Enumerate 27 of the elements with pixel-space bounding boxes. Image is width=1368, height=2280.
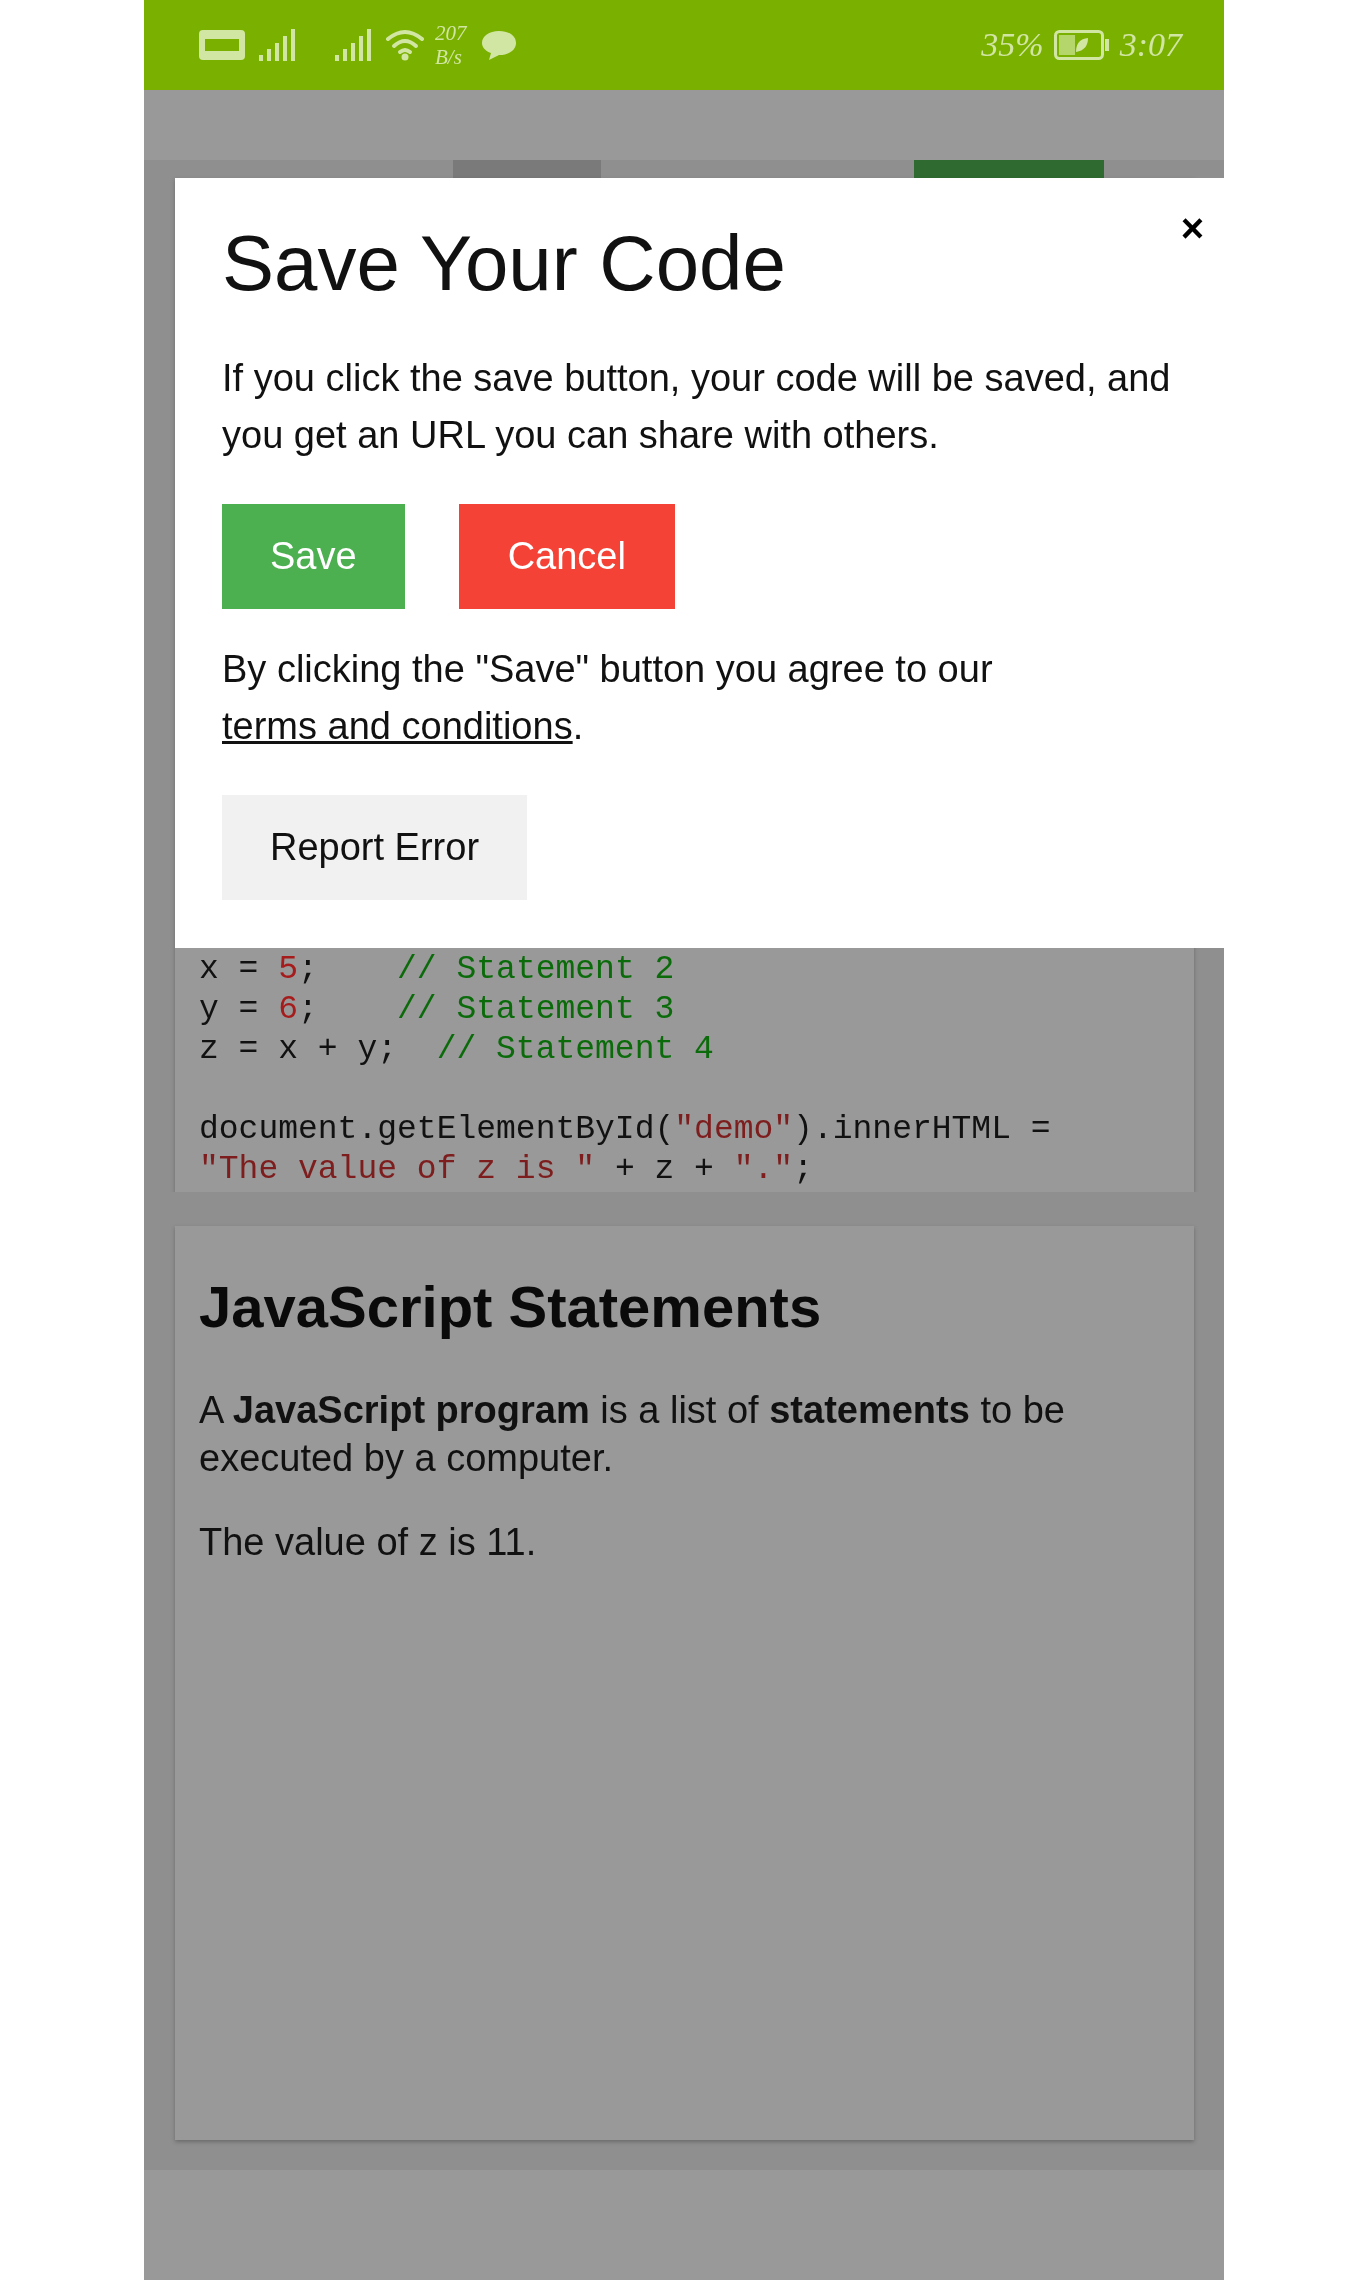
signal-icon <box>335 29 371 61</box>
paragraph: A JavaScript program is a list of statements to be executed by a computer. <box>199 1388 1066 1481</box>
terms-notice: By clicking the "Save" button you agree to our terms and conditions. <box>222 647 994 749</box>
code-line: z = x + y; // Statement 4 <box>199 1030 715 1070</box>
chat-bubble-icon <box>480 29 517 61</box>
paragraph: The value of z is 11. <box>199 1520 538 1565</box>
cancel-button[interactable]: Cancel <box>458 504 675 609</box>
dialog-message: If you click the save button, your code will be saved, and you get an URL you can share with others. <box>222 356 1172 458</box>
toolbar-button[interactable] <box>453 160 601 178</box>
section-heading: JavaScript Statements <box>199 1273 823 1341</box>
report-error-button[interactable]: Report Error <box>222 795 528 900</box>
code-line: x = 5; // Statement 2 <box>199 950 676 990</box>
network-speed: 207 <box>435 21 467 45</box>
terms-link[interactable]: terms and conditions <box>222 705 573 747</box>
close-button[interactable]: × <box>1180 208 1204 248</box>
clock-time: 3:07 <box>1119 26 1182 64</box>
battery-icon <box>1053 30 1110 60</box>
network-speed-unit: B/s <box>435 45 463 69</box>
code-line: document.getElementById("demo").innerHTML = <box>199 1110 1052 1150</box>
code-line: "The value of z is " + z + "."; <box>199 1150 814 1190</box>
wifi-icon <box>385 29 425 61</box>
signal-icon <box>259 29 295 61</box>
battery-percent: 35% <box>981 26 1044 64</box>
code-line: y = 6; // Statement 3 <box>199 990 676 1030</box>
toolbar-button[interactable] <box>914 160 1104 178</box>
dialog-title: Save Your Code <box>222 218 787 309</box>
volte-icon <box>199 30 245 60</box>
